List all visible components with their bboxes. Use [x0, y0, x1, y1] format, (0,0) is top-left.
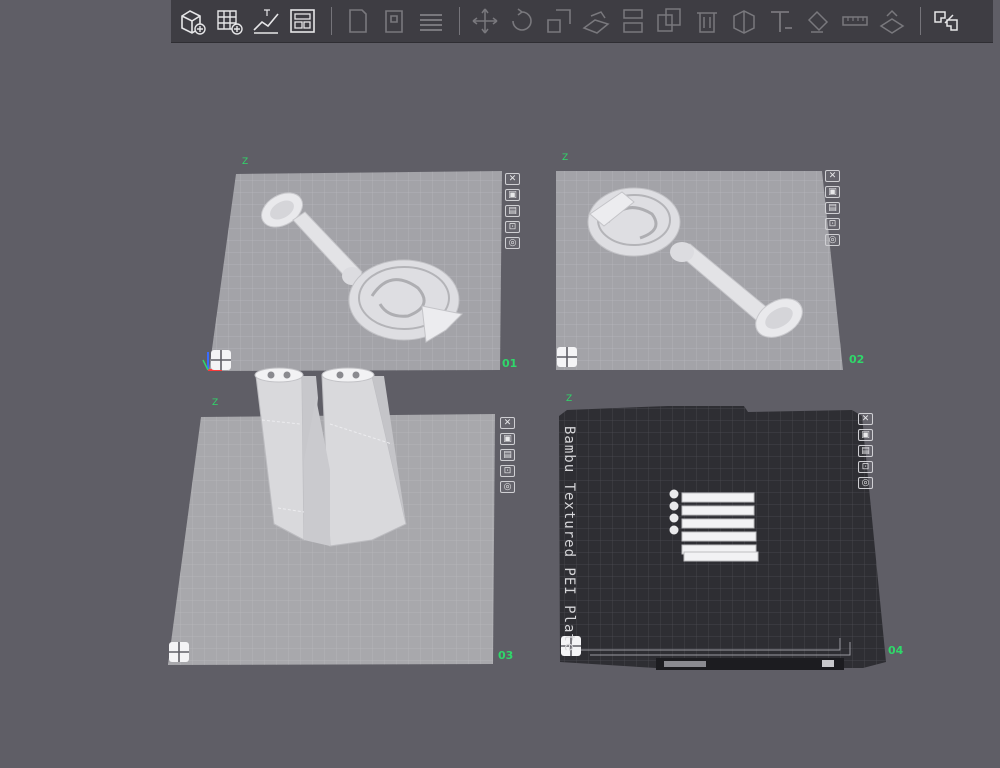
plate-grid-icon[interactable] — [168, 641, 190, 663]
plate-3-tools: ✕ ▣ ▤ ⊡ ◎ — [500, 417, 515, 493]
plate-2-tools: ✕ ▣ ▤ ⊡ ◎ — [825, 170, 840, 246]
plate-number: 01 — [502, 357, 518, 370]
arrange-icon[interactable]: ▤ — [825, 202, 840, 214]
close-icon[interactable]: ✕ — [500, 417, 515, 429]
pillar-model[interactable] — [254, 367, 407, 547]
plate-number: 04 — [888, 644, 904, 657]
close-icon[interactable]: ✕ — [858, 413, 873, 425]
plate-type-label: Bambu Textured PEI Plate — [561, 426, 577, 653]
axis-label: Z — [212, 398, 219, 408]
lock-icon[interactable]: ⊡ — [858, 461, 873, 473]
settings-icon[interactable]: ◎ — [505, 237, 520, 249]
plate-grid-icon[interactable] — [210, 349, 232, 371]
lock-icon[interactable]: ⊡ — [825, 218, 840, 230]
lock-icon[interactable]: ⊡ — [500, 465, 515, 477]
plate-number: 03 — [498, 649, 514, 662]
axis-label: Z — [562, 153, 569, 163]
settings-icon[interactable]: ◎ — [500, 481, 515, 493]
pick-icon[interactable]: ▣ — [825, 186, 840, 198]
pick-icon[interactable]: ▣ — [505, 189, 520, 201]
lock-icon[interactable]: ⊡ — [505, 221, 520, 233]
arrange-icon[interactable]: ▤ — [858, 445, 873, 457]
arrange-icon[interactable]: ▤ — [500, 449, 515, 461]
plate-number: 02 — [849, 353, 865, 366]
settings-icon[interactable]: ◎ — [825, 234, 840, 246]
axis-label: Z — [566, 394, 573, 404]
bars-model[interactable] — [669, 489, 759, 562]
settings-icon[interactable]: ◎ — [858, 477, 873, 489]
close-icon[interactable]: ✕ — [505, 173, 520, 185]
plate-1-tools: ✕ ▣ ▤ ⊡ ◎ — [505, 173, 520, 249]
pick-icon[interactable]: ▣ — [858, 429, 873, 441]
close-icon[interactable]: ✕ — [825, 170, 840, 182]
axis-label: Z — [242, 157, 249, 167]
pick-icon[interactable]: ▣ — [500, 433, 515, 445]
plate-4-tools: ✕ ▣ ▤ ⊡ ◎ — [858, 413, 873, 489]
plate-grid-icon[interactable] — [556, 346, 578, 368]
arrange-icon[interactable]: ▤ — [505, 205, 520, 217]
